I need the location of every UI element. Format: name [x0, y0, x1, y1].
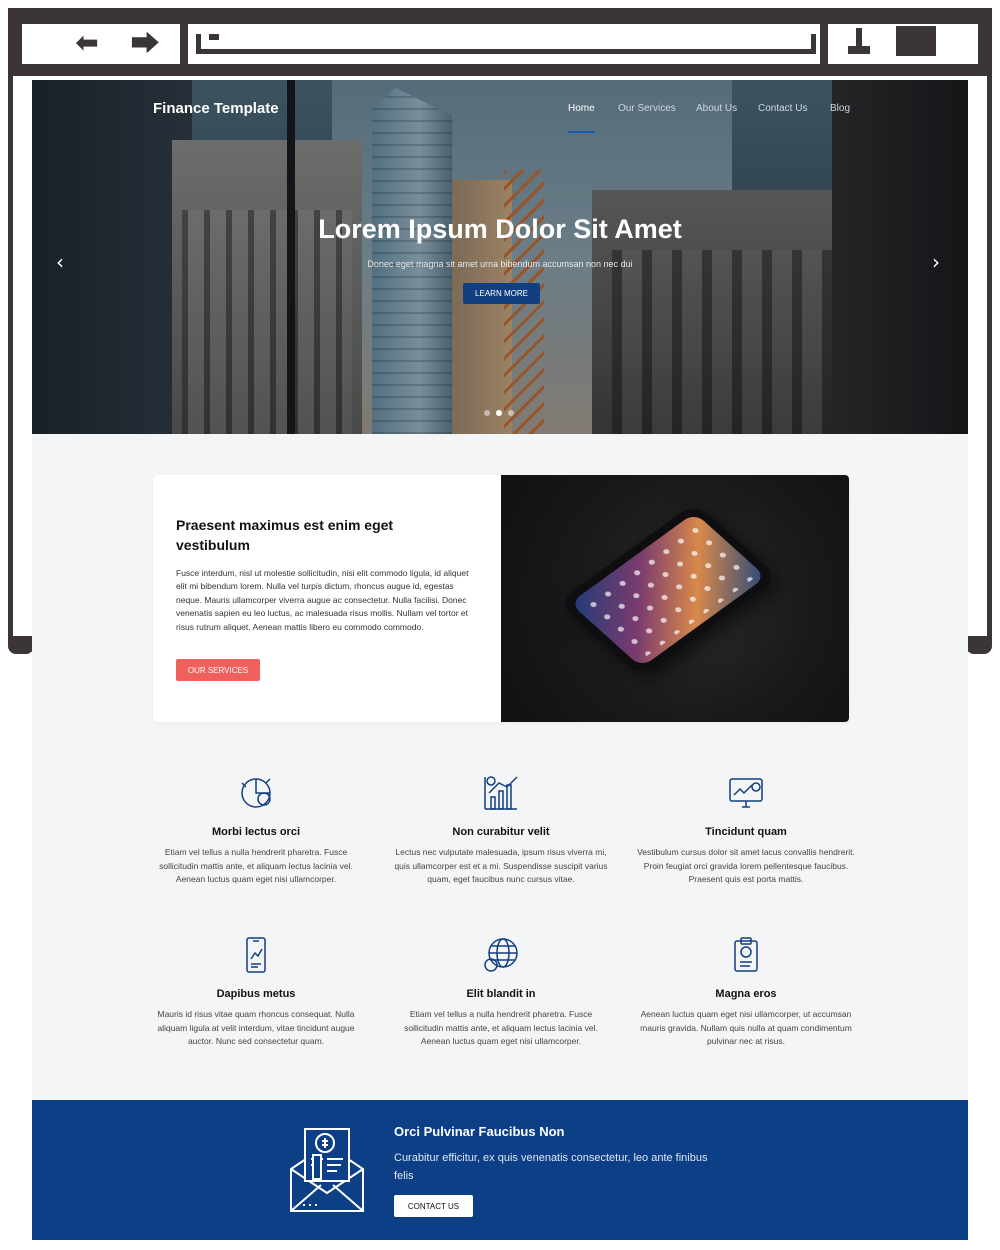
nav-blog[interactable]: Blog [830, 103, 850, 114]
web-page: Finance Template Home Our Services About… [32, 80, 968, 1240]
feature-title: Non curabitur velit [452, 826, 550, 838]
smartphone-image [501, 475, 849, 722]
hero-subtitle: Donec eget magna sit amet urna bibendum … [367, 259, 633, 269]
globe-coins-icon [484, 938, 518, 972]
our-services-button[interactable]: OUR SERVICES [176, 659, 260, 681]
feature-title: Elit blandit in [466, 988, 536, 1000]
monitor-analytics-icon [729, 778, 763, 808]
feature-item: Dapibus metus Mauris id risus vitae quam… [146, 935, 366, 1049]
smartphone [557, 502, 779, 678]
site-logo[interactable]: Finance Template [153, 100, 279, 117]
slider-dots [484, 410, 514, 416]
about-text: Fusce interdum, nisl ut molestie sollici… [176, 568, 469, 632]
clipboard-dollar-icon [734, 937, 758, 972]
feature-text: Etiam vel tellus a nulla hendrerit phare… [159, 847, 353, 884]
feature-title: Magna eros [715, 988, 777, 1000]
pie-chart-dollar-icon [241, 778, 271, 808]
slider-dot-active[interactable] [496, 410, 502, 416]
feature-item: Non curabitur velit Lectus nec vulputate… [391, 773, 611, 887]
feature-item: Magna eros Aenean luctus quam eget nisi … [636, 935, 856, 1049]
feature-item: Morbi lectus orci Etiam vel tellus a nul… [146, 773, 366, 887]
feature-item: Tincidunt quam Vestibulum cursus dolor s… [636, 773, 856, 887]
cta-banner: Orci Pulvinar Faucibus Non Curabitur eff… [32, 1100, 968, 1240]
feature-text: Aenean luctus quam eget nisi ullamcorper… [640, 1009, 852, 1046]
learn-more-button[interactable]: LEARN MORE [463, 283, 540, 304]
cta-title: Orci Pulvinar Faucibus Non [394, 1124, 565, 1139]
hero-overlay [32, 80, 968, 434]
feature-text: Vestibulum cursus dolor sit amet lacus c… [637, 847, 855, 884]
contact-us-button[interactable]: CONTACT US [394, 1195, 473, 1217]
chevron-left-icon[interactable]: ‹ [56, 250, 64, 274]
growth-chart-icon [484, 776, 518, 810]
hero-slider: Finance Template Home Our Services About… [32, 80, 968, 434]
nav-home[interactable]: Home [568, 103, 595, 114]
slider-dot[interactable] [508, 410, 514, 416]
feature-item: Elit blandit in Etiam vel tellus a nulla… [391, 935, 611, 1049]
feature-title: Morbi lectus orci [211, 826, 301, 838]
about-title: Praesent maximus est enim eget vestibulu… [176, 517, 394, 553]
feature-title: Tincidunt quam [705, 826, 787, 838]
cta-text: Curabitur efficitur, ex quis venenatis c… [394, 1152, 708, 1182]
slider-dot[interactable] [484, 410, 490, 416]
frame-corner [966, 636, 992, 654]
feature-title: Dapibus metus [216, 988, 296, 1000]
feature-text: Lectus nec vulputate malesuada, ipsum ri… [394, 847, 608, 884]
frame-corner [8, 636, 34, 654]
chevron-right-icon[interactable]: › [932, 250, 940, 274]
nav-contact-us[interactable]: Contact Us [758, 103, 807, 114]
nav-about-us[interactable]: About Us [696, 103, 737, 114]
nav-our-services[interactable]: Our Services [618, 103, 676, 114]
hero-title: Lorem Ipsum Dolor Sit Amet [318, 214, 682, 244]
about-card: Praesent maximus est enim eget vestibulu… [153, 475, 849, 722]
feature-text: Etiam vel tellus a nulla hendrerit phare… [404, 1009, 598, 1046]
mobile-chart-icon [246, 937, 266, 973]
nav-active-indicator [568, 131, 595, 133]
invoice-envelope-icon [290, 1128, 364, 1212]
feature-text: Mauris id risus vitae quam rhoncus conse… [157, 1009, 355, 1046]
